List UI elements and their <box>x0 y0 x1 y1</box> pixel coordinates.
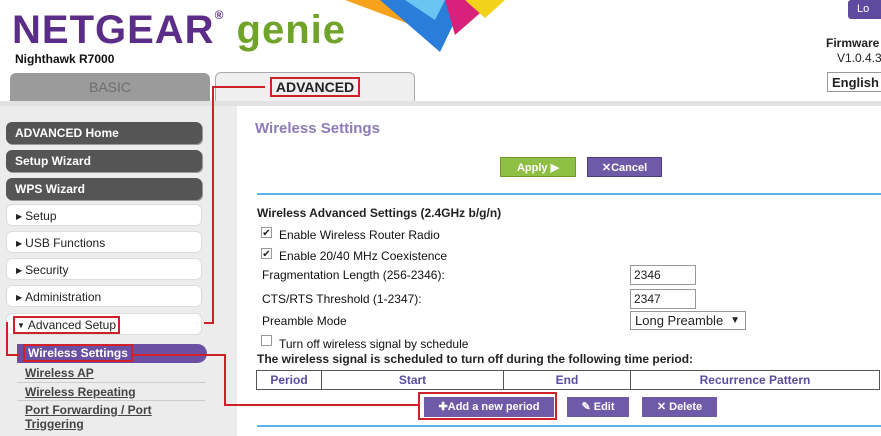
sidebar-item-port-triggering[interactable]: Triggering <box>25 417 84 431</box>
sidebar-item-setup-wizard[interactable]: Setup Wizard <box>6 150 202 172</box>
column-header-period: Period <box>256 370 322 390</box>
netgear-genie-logo: NETGEAR® genie <box>12 8 347 52</box>
triangle-right-icon: ▶ <box>16 292 23 302</box>
column-header-recurrence: Recurrence Pattern <box>630 370 880 390</box>
annotation-line <box>6 322 8 356</box>
annotation-line <box>204 322 214 324</box>
triangle-right-icon: ▶ <box>16 238 23 248</box>
firmware-version: V1.0.4.3 <box>837 51 881 65</box>
column-header-start: Start <box>321 370 504 390</box>
preamble-select[interactable]: Long Preamble ▼ <box>630 311 746 330</box>
close-icon: ✕ <box>601 162 612 174</box>
tab-advanced-label: ADVANCED <box>269 77 361 97</box>
plus-icon: ✚ <box>438 401 448 413</box>
sidebar-item-wireless-ap[interactable]: Wireless AP <box>25 366 94 380</box>
firmware-label: Firmware <box>826 36 880 50</box>
divider <box>257 425 881 427</box>
schedule-text: The wireless signal is scheduled to turn… <box>257 352 694 366</box>
column-header-end: End <box>503 370 631 390</box>
language-select[interactable]: English <box>827 72 881 92</box>
sidebar-item-security[interactable]: ▶ Security <box>6 258 202 280</box>
tab-basic[interactable]: BASIC <box>10 73 210 101</box>
fragmentation-input[interactable]: 2346 <box>630 265 696 285</box>
annotation-line <box>132 354 226 356</box>
divider <box>257 193 881 195</box>
logout-button[interactable]: Lo <box>848 0 881 19</box>
apply-button[interactable]: Apply ▶ <box>500 157 576 177</box>
divider <box>17 400 205 401</box>
fragmentation-label: Fragmentation Length (256-2346): <box>262 268 445 282</box>
annotation-line <box>212 86 265 88</box>
model-name: Nighthawk R7000 <box>15 52 115 66</box>
enable-radio-label: Enable Wireless Router Radio <box>279 228 440 242</box>
sidebar-item-advanced-setup[interactable]: ▼ Advanced Setup <box>6 313 202 335</box>
page-title: Wireless Settings <box>255 120 380 137</box>
sidebar-item-port-forwarding[interactable]: Port Forwarding / Port <box>25 403 152 417</box>
divider <box>17 382 205 383</box>
schedule-checkbox[interactable] <box>261 335 272 346</box>
sidebar-item-setup[interactable]: ▶ Setup <box>6 204 202 226</box>
annotation-line <box>224 404 420 406</box>
close-icon: ✕ <box>656 401 670 413</box>
sidebar-item-administration[interactable]: ▶ Administration <box>6 285 202 307</box>
cancel-button[interactable]: ✕Cancel <box>587 157 662 177</box>
cts-rts-input[interactable]: 2347 <box>630 289 696 309</box>
cts-rts-label: CTS/RTS Threshold (1-2347): <box>262 292 422 306</box>
schedule-table: Period Start End Recurrence Pattern <box>256 370 880 390</box>
decorative-shapes <box>345 0 505 52</box>
annotation-line <box>212 86 214 324</box>
pencil-icon: ✎ <box>581 401 594 413</box>
enable-coexistence-checkbox[interactable]: ✔ <box>261 248 272 260</box>
add-period-button[interactable]: ✚Add a new period <box>424 397 554 417</box>
enable-radio-checkbox[interactable]: ✔ <box>261 227 272 239</box>
dropdown-arrow-icon: ▼ <box>730 315 740 326</box>
section-title: Wireless Advanced Settings (2.4GHz b/g/n… <box>257 206 502 220</box>
schedule-label: Turn off wireless signal by schedule <box>279 337 469 351</box>
edit-button[interactable]: ✎ Edit <box>567 397 629 417</box>
triangle-right-icon: ▶ <box>16 211 23 221</box>
delete-button[interactable]: ✕ Delete <box>642 397 717 417</box>
triangle-down-icon: ▼ <box>17 320 25 330</box>
annotation-line <box>224 354 226 406</box>
sidebar-item-usb-functions[interactable]: ▶ USB Functions <box>6 231 202 253</box>
triangle-right-icon: ▶ <box>16 265 23 275</box>
preamble-label: Preamble Mode <box>262 314 347 328</box>
sidebar-item-advanced-home[interactable]: ADVANCED Home <box>6 122 202 144</box>
annotation-line <box>6 354 19 356</box>
enable-coexistence-label: Enable 20/40 MHz Coexistence <box>279 249 448 263</box>
sidebar-item-wireless-repeating[interactable]: Wireless Repeating <box>25 385 136 399</box>
table-header-row: Period Start End Recurrence Pattern <box>256 370 880 390</box>
sidebar-item-wps-wizard[interactable]: WPS Wizard <box>6 178 202 200</box>
